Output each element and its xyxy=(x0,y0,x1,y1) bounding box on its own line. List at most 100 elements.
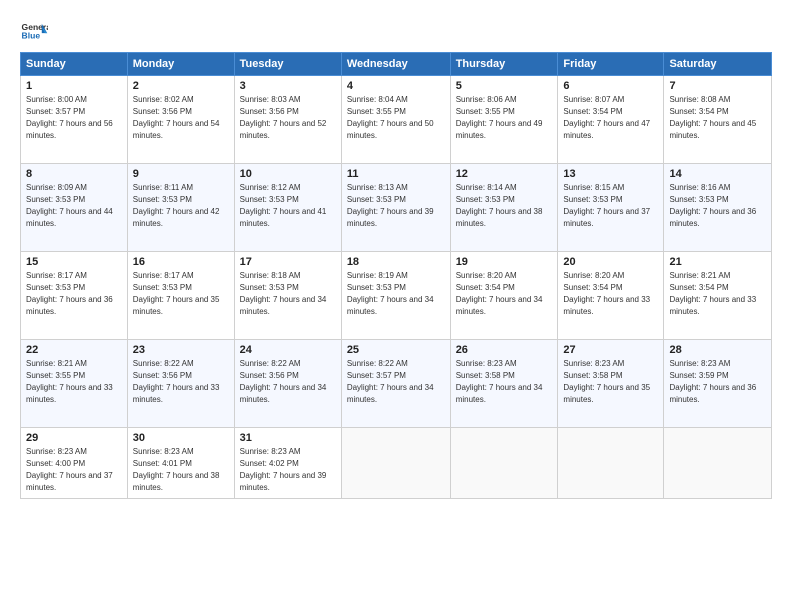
day-info: Sunrise: 8:20 AMSunset: 3:54 PMDaylight:… xyxy=(563,271,650,316)
calendar-week-1: 1 Sunrise: 8:00 AMSunset: 3:57 PMDayligh… xyxy=(21,76,772,164)
day-info: Sunrise: 8:11 AMSunset: 3:53 PMDaylight:… xyxy=(133,183,220,228)
day-number: 2 xyxy=(133,80,229,92)
day-number: 31 xyxy=(240,432,336,444)
day-number: 3 xyxy=(240,80,336,92)
day-number: 9 xyxy=(133,168,229,180)
calendar-cell: 9 Sunrise: 8:11 AMSunset: 3:53 PMDayligh… xyxy=(127,164,234,252)
calendar-cell: 11 Sunrise: 8:13 AMSunset: 3:53 PMDaylig… xyxy=(341,164,450,252)
calendar-cell: 27 Sunrise: 8:23 AMSunset: 3:58 PMDaylig… xyxy=(558,340,664,428)
day-info: Sunrise: 8:06 AMSunset: 3:55 PMDaylight:… xyxy=(456,95,543,140)
calendar-cell: 16 Sunrise: 8:17 AMSunset: 3:53 PMDaylig… xyxy=(127,252,234,340)
calendar-cell: 22 Sunrise: 8:21 AMSunset: 3:55 PMDaylig… xyxy=(21,340,128,428)
day-info: Sunrise: 8:23 AMSunset: 3:58 PMDaylight:… xyxy=(456,359,543,404)
day-info: Sunrise: 8:23 AMSunset: 4:02 PMDaylight:… xyxy=(240,447,327,492)
calendar-body: 1 Sunrise: 8:00 AMSunset: 3:57 PMDayligh… xyxy=(21,76,772,499)
day-number: 19 xyxy=(456,256,553,268)
day-number: 12 xyxy=(456,168,553,180)
calendar-week-2: 8 Sunrise: 8:09 AMSunset: 3:53 PMDayligh… xyxy=(21,164,772,252)
calendar-cell: 13 Sunrise: 8:15 AMSunset: 3:53 PMDaylig… xyxy=(558,164,664,252)
day-number: 17 xyxy=(240,256,336,268)
col-header-saturday: Saturday xyxy=(664,53,772,76)
calendar-cell: 17 Sunrise: 8:18 AMSunset: 3:53 PMDaylig… xyxy=(234,252,341,340)
calendar-cell: 4 Sunrise: 8:04 AMSunset: 3:55 PMDayligh… xyxy=(341,76,450,164)
calendar-cell: 6 Sunrise: 8:07 AMSunset: 3:54 PMDayligh… xyxy=(558,76,664,164)
calendar-cell: 18 Sunrise: 8:19 AMSunset: 3:53 PMDaylig… xyxy=(341,252,450,340)
day-info: Sunrise: 8:00 AMSunset: 3:57 PMDaylight:… xyxy=(26,95,113,140)
calendar-week-3: 15 Sunrise: 8:17 AMSunset: 3:53 PMDaylig… xyxy=(21,252,772,340)
col-header-monday: Monday xyxy=(127,53,234,76)
day-info: Sunrise: 8:23 AMSunset: 4:00 PMDaylight:… xyxy=(26,447,113,492)
day-info: Sunrise: 8:23 AMSunset: 4:01 PMDaylight:… xyxy=(133,447,220,492)
page: General Blue SundayMondayTuesdayWednesda… xyxy=(0,0,792,612)
day-number: 6 xyxy=(563,80,658,92)
day-info: Sunrise: 8:14 AMSunset: 3:53 PMDaylight:… xyxy=(456,183,543,228)
logo: General Blue xyxy=(20,16,48,44)
calendar-header-row: SundayMondayTuesdayWednesdayThursdayFrid… xyxy=(21,53,772,76)
day-info: Sunrise: 8:04 AMSunset: 3:55 PMDaylight:… xyxy=(347,95,434,140)
day-info: Sunrise: 8:21 AMSunset: 3:54 PMDaylight:… xyxy=(669,271,756,316)
calendar-cell: 12 Sunrise: 8:14 AMSunset: 3:53 PMDaylig… xyxy=(450,164,558,252)
day-info: Sunrise: 8:09 AMSunset: 3:53 PMDaylight:… xyxy=(26,183,113,228)
calendar-cell: 19 Sunrise: 8:20 AMSunset: 3:54 PMDaylig… xyxy=(450,252,558,340)
day-info: Sunrise: 8:02 AMSunset: 3:56 PMDaylight:… xyxy=(133,95,220,140)
day-number: 13 xyxy=(563,168,658,180)
day-info: Sunrise: 8:13 AMSunset: 3:53 PMDaylight:… xyxy=(347,183,434,228)
calendar-cell: 29 Sunrise: 8:23 AMSunset: 4:00 PMDaylig… xyxy=(21,428,128,499)
day-info: Sunrise: 8:22 AMSunset: 3:56 PMDaylight:… xyxy=(240,359,327,404)
day-number: 25 xyxy=(347,344,445,356)
calendar-cell xyxy=(558,428,664,499)
calendar-cell xyxy=(450,428,558,499)
day-number: 7 xyxy=(669,80,766,92)
day-info: Sunrise: 8:23 AMSunset: 3:58 PMDaylight:… xyxy=(563,359,650,404)
day-info: Sunrise: 8:17 AMSunset: 3:53 PMDaylight:… xyxy=(26,271,113,316)
calendar-cell: 30 Sunrise: 8:23 AMSunset: 4:01 PMDaylig… xyxy=(127,428,234,499)
calendar-cell: 5 Sunrise: 8:06 AMSunset: 3:55 PMDayligh… xyxy=(450,76,558,164)
day-info: Sunrise: 8:19 AMSunset: 3:53 PMDaylight:… xyxy=(347,271,434,316)
day-number: 5 xyxy=(456,80,553,92)
calendar-cell: 26 Sunrise: 8:23 AMSunset: 3:58 PMDaylig… xyxy=(450,340,558,428)
day-number: 24 xyxy=(240,344,336,356)
col-header-wednesday: Wednesday xyxy=(341,53,450,76)
svg-text:Blue: Blue xyxy=(22,31,41,41)
calendar-cell: 28 Sunrise: 8:23 AMSunset: 3:59 PMDaylig… xyxy=(664,340,772,428)
day-number: 30 xyxy=(133,432,229,444)
day-info: Sunrise: 8:18 AMSunset: 3:53 PMDaylight:… xyxy=(240,271,327,316)
day-number: 1 xyxy=(26,80,122,92)
calendar-week-4: 22 Sunrise: 8:21 AMSunset: 3:55 PMDaylig… xyxy=(21,340,772,428)
calendar-cell: 15 Sunrise: 8:17 AMSunset: 3:53 PMDaylig… xyxy=(21,252,128,340)
day-info: Sunrise: 8:22 AMSunset: 3:56 PMDaylight:… xyxy=(133,359,220,404)
calendar-cell: 21 Sunrise: 8:21 AMSunset: 3:54 PMDaylig… xyxy=(664,252,772,340)
day-info: Sunrise: 8:22 AMSunset: 3:57 PMDaylight:… xyxy=(347,359,434,404)
col-header-friday: Friday xyxy=(558,53,664,76)
day-number: 8 xyxy=(26,168,122,180)
day-info: Sunrise: 8:17 AMSunset: 3:53 PMDaylight:… xyxy=(133,271,220,316)
day-number: 26 xyxy=(456,344,553,356)
day-info: Sunrise: 8:20 AMSunset: 3:54 PMDaylight:… xyxy=(456,271,543,316)
day-number: 16 xyxy=(133,256,229,268)
header: General Blue xyxy=(20,16,772,44)
day-number: 15 xyxy=(26,256,122,268)
day-number: 20 xyxy=(563,256,658,268)
col-header-sunday: Sunday xyxy=(21,53,128,76)
day-info: Sunrise: 8:12 AMSunset: 3:53 PMDaylight:… xyxy=(240,183,327,228)
day-number: 21 xyxy=(669,256,766,268)
day-number: 10 xyxy=(240,168,336,180)
calendar-table: SundayMondayTuesdayWednesdayThursdayFrid… xyxy=(20,52,772,499)
day-info: Sunrise: 8:21 AMSunset: 3:55 PMDaylight:… xyxy=(26,359,113,404)
calendar-cell: 25 Sunrise: 8:22 AMSunset: 3:57 PMDaylig… xyxy=(341,340,450,428)
col-header-tuesday: Tuesday xyxy=(234,53,341,76)
calendar-cell: 20 Sunrise: 8:20 AMSunset: 3:54 PMDaylig… xyxy=(558,252,664,340)
day-info: Sunrise: 8:07 AMSunset: 3:54 PMDaylight:… xyxy=(563,95,650,140)
day-number: 22 xyxy=(26,344,122,356)
day-number: 27 xyxy=(563,344,658,356)
logo-icon: General Blue xyxy=(20,16,48,44)
calendar-cell xyxy=(664,428,772,499)
day-number: 11 xyxy=(347,168,445,180)
calendar-cell: 14 Sunrise: 8:16 AMSunset: 3:53 PMDaylig… xyxy=(664,164,772,252)
calendar-cell: 3 Sunrise: 8:03 AMSunset: 3:56 PMDayligh… xyxy=(234,76,341,164)
day-number: 14 xyxy=(669,168,766,180)
day-info: Sunrise: 8:08 AMSunset: 3:54 PMDaylight:… xyxy=(669,95,756,140)
calendar-cell: 10 Sunrise: 8:12 AMSunset: 3:53 PMDaylig… xyxy=(234,164,341,252)
calendar-cell: 8 Sunrise: 8:09 AMSunset: 3:53 PMDayligh… xyxy=(21,164,128,252)
day-info: Sunrise: 8:15 AMSunset: 3:53 PMDaylight:… xyxy=(563,183,650,228)
